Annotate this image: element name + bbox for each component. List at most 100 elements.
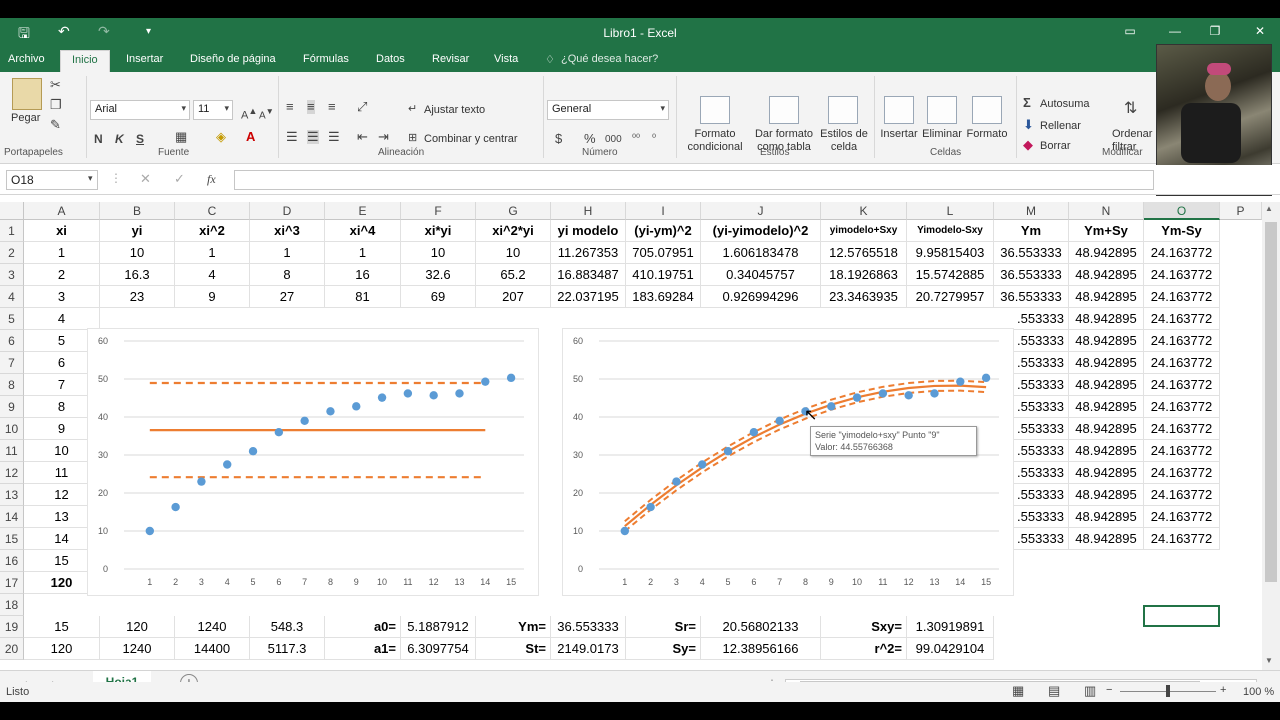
tab-diseno[interactable]: Diseño de página bbox=[190, 53, 276, 65]
cell-f20[interactable]: 6.3097754 bbox=[401, 638, 476, 660]
cell-a4[interactable]: 3 bbox=[24, 286, 100, 308]
align-left-icon[interactable]: ☰ bbox=[286, 130, 298, 144]
cell-n6[interactable]: 48.942895 bbox=[1069, 330, 1144, 352]
cell-n9[interactable]: 48.942895 bbox=[1069, 396, 1144, 418]
row-header-6[interactable]: 6 bbox=[0, 330, 24, 352]
cell-e20[interactable]: a1= bbox=[325, 638, 401, 660]
cell-o11[interactable]: 24.163772 bbox=[1144, 440, 1220, 462]
conditional-format-label[interactable]: Formato condicional bbox=[680, 128, 750, 154]
autosum-button[interactable]: Autosuma bbox=[1040, 98, 1090, 111]
bold-button[interactable]: N bbox=[94, 132, 103, 146]
cell-h20[interactable]: 2149.0173 bbox=[551, 638, 626, 660]
chart-regression-bands[interactable]: 0 10 20 30 40 50 60 1 2 3 4 5 6 7 8 9 10 11 12 13 14 15 Serie… bbox=[562, 328, 1014, 596]
cell-k4[interactable]: 23.3463935 bbox=[821, 286, 907, 308]
cell-a19[interactable]: 15 bbox=[24, 616, 100, 638]
tab-revisar[interactable]: Revisar bbox=[432, 53, 469, 65]
column-header-o[interactable]: O bbox=[1144, 202, 1220, 220]
cell-o13[interactable]: 24.163772 bbox=[1144, 484, 1220, 506]
cell-m2[interactable]: 36.553333 bbox=[994, 242, 1069, 264]
zoom-level[interactable]: 100 % bbox=[1243, 686, 1274, 698]
borders-icon[interactable]: ▦ bbox=[175, 130, 187, 144]
cell-a20[interactable]: 120 bbox=[24, 638, 100, 660]
decrease-indent-icon[interactable]: ⇤ bbox=[357, 130, 368, 144]
column-header-j[interactable]: J bbox=[701, 202, 821, 220]
cell-j3[interactable]: 0.34045757 bbox=[701, 264, 821, 286]
cell-n1[interactable]: Ym+Sy bbox=[1069, 220, 1144, 242]
cell-g2[interactable]: 10 bbox=[476, 242, 551, 264]
page-break-icon[interactable]: ▥ bbox=[1084, 683, 1096, 699]
comma-button[interactable]: 000 bbox=[605, 133, 622, 147]
clear-button[interactable]: Borrar bbox=[1040, 140, 1071, 153]
cell-m5[interactable]: .553333 bbox=[994, 308, 1069, 330]
cell-n5[interactable]: 48.942895 bbox=[1069, 308, 1144, 330]
increase-indent-icon[interactable]: ⇥ bbox=[378, 130, 389, 144]
cell-j2[interactable]: 1.606183478 bbox=[701, 242, 821, 264]
cell-l4[interactable]: 20.7279957 bbox=[907, 286, 994, 308]
merge-icon[interactable]: ⊞ bbox=[408, 131, 417, 145]
cell-e4[interactable]: 81 bbox=[325, 286, 401, 308]
delete-cells-icon[interactable] bbox=[927, 96, 957, 124]
cell-j20[interactable]: 12.38956166 bbox=[701, 638, 821, 660]
sort-filter-icon[interactable]: ⇅ bbox=[1124, 101, 1137, 117]
cell-d3[interactable]: 8 bbox=[250, 264, 325, 286]
cell-m4[interactable]: 36.553333 bbox=[994, 286, 1069, 308]
cell-k20[interactable]: r^2= bbox=[821, 638, 907, 660]
formula-input[interactable] bbox=[234, 170, 1154, 190]
cancel-icon[interactable]: ✕ bbox=[140, 171, 151, 187]
column-header-m[interactable]: M bbox=[994, 202, 1069, 220]
cell-k1[interactable]: yimodelo+Sxy bbox=[821, 220, 907, 242]
page-layout-icon[interactable]: ▤ bbox=[1048, 683, 1060, 699]
cell-c4[interactable]: 9 bbox=[175, 286, 250, 308]
cell-e3[interactable]: 16 bbox=[325, 264, 401, 286]
format-cells-icon[interactable] bbox=[972, 96, 1002, 124]
cell-l1[interactable]: Yimodelo-Sxy bbox=[907, 220, 994, 242]
select-all-corner[interactable] bbox=[0, 202, 24, 220]
wrap-text-icon[interactable]: ↵ bbox=[408, 102, 417, 116]
cell-n3[interactable]: 48.942895 bbox=[1069, 264, 1144, 286]
zoom-in-button[interactable]: + bbox=[1220, 684, 1226, 696]
row-header-1[interactable]: 1 bbox=[0, 220, 24, 242]
font-size-select[interactable]: 11 bbox=[193, 100, 233, 120]
cell-g4[interactable]: 207 bbox=[476, 286, 551, 308]
cell-a3[interactable]: 2 bbox=[24, 264, 100, 286]
font-name-select[interactable]: Arial bbox=[90, 100, 190, 120]
row-header-17[interactable]: 17 bbox=[0, 572, 24, 594]
cell-b19[interactable]: 120 bbox=[100, 616, 175, 638]
column-header-h[interactable]: H bbox=[551, 202, 626, 220]
row-header-10[interactable]: 10 bbox=[0, 418, 24, 440]
cell-n15[interactable]: 48.942895 bbox=[1069, 528, 1144, 550]
number-format-select[interactable]: General bbox=[547, 100, 669, 120]
column-header-p[interactable]: P bbox=[1220, 202, 1262, 220]
increase-decimal-icon[interactable]: ⁰⁰ bbox=[632, 132, 640, 146]
paste-icon[interactable] bbox=[12, 78, 42, 110]
align-right-icon[interactable]: ☰ bbox=[328, 130, 340, 144]
row-header-3[interactable]: 3 bbox=[0, 264, 24, 286]
row-header-14[interactable]: 14 bbox=[0, 506, 24, 528]
cell-h1[interactable]: yi modelo bbox=[551, 220, 626, 242]
cell-e2[interactable]: 1 bbox=[325, 242, 401, 264]
orientation-icon[interactable]: ⤢ bbox=[357, 100, 367, 114]
grow-font-icon[interactable]: A▲ bbox=[241, 104, 257, 123]
cell-n10[interactable]: 48.942895 bbox=[1069, 418, 1144, 440]
column-header-a[interactable]: A bbox=[24, 202, 100, 220]
wrap-text-button[interactable]: Ajustar texto bbox=[424, 104, 485, 117]
row-header-4[interactable]: 4 bbox=[0, 286, 24, 308]
align-center-icon[interactable]: ☰ bbox=[307, 130, 319, 144]
align-bottom-icon[interactable]: ≡ bbox=[328, 100, 336, 114]
cell-e1[interactable]: xi^4 bbox=[325, 220, 401, 242]
italic-button[interactable]: K bbox=[115, 132, 124, 146]
cell-o2[interactable]: 24.163772 bbox=[1144, 242, 1220, 264]
chart-mean-bands[interactable]: 0 10 20 30 40 50 60 1 2 3 4 5 6 7 8 9 10 11 12 13 14 15 bbox=[87, 328, 539, 596]
cell-c1[interactable]: xi^2 bbox=[175, 220, 250, 242]
cell-j19[interactable]: 20.56802133 bbox=[701, 616, 821, 638]
row-header-7[interactable]: 7 bbox=[0, 352, 24, 374]
name-box-dropdown-icon[interactable]: ▾ bbox=[88, 173, 93, 184]
row-header-15[interactable]: 15 bbox=[0, 528, 24, 550]
cell-b1[interactable]: yi bbox=[100, 220, 175, 242]
cell-styles-label[interactable]: Estilos de celda bbox=[814, 128, 874, 154]
cell-styles-icon[interactable] bbox=[828, 96, 858, 124]
cell-n8[interactable]: 48.942895 bbox=[1069, 374, 1144, 396]
cell-c3[interactable]: 4 bbox=[175, 264, 250, 286]
cell-n11[interactable]: 48.942895 bbox=[1069, 440, 1144, 462]
row-header-13[interactable]: 13 bbox=[0, 484, 24, 506]
